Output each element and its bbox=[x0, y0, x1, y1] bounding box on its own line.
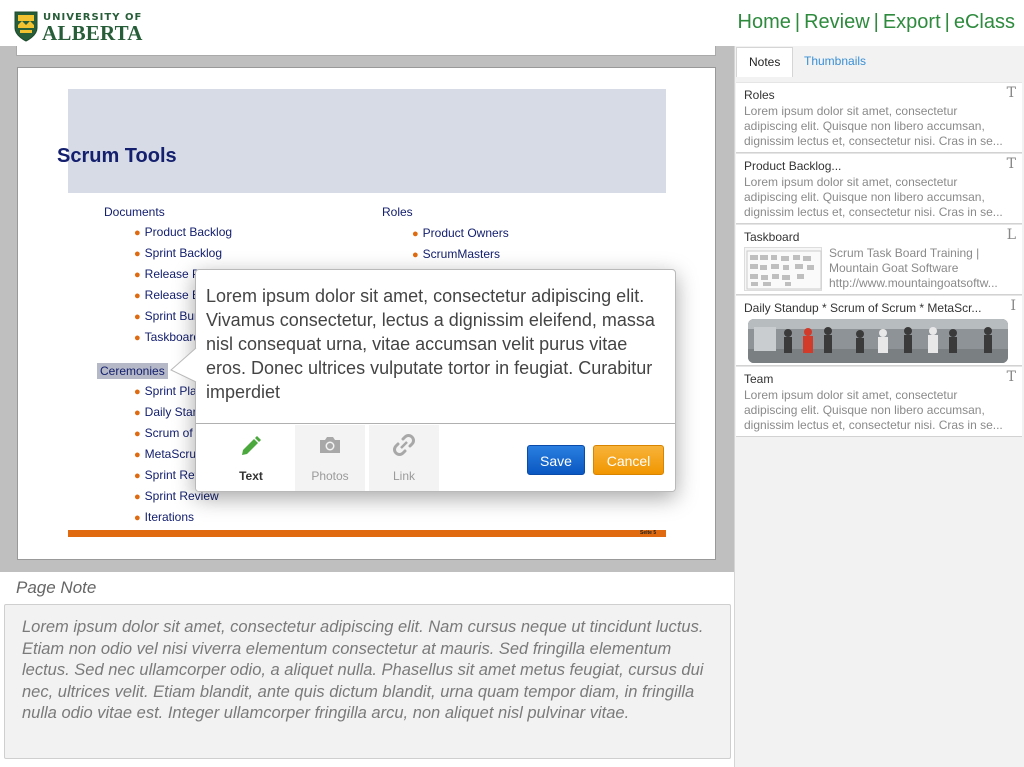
text-note-type-icon: T bbox=[1006, 156, 1016, 172]
slide-roles-heading: Roles bbox=[382, 205, 413, 219]
notes-list: Roles T Lorem ipsum dolor sit amet, cons… bbox=[736, 82, 1022, 437]
previous-slide-edge[interactable] bbox=[16, 46, 716, 56]
notes-sidebar: Notes Thumbnails Roles T Lorem ipsum dol… bbox=[734, 46, 1024, 767]
note-title: Taskboard bbox=[744, 230, 800, 244]
nav-export-link[interactable]: Export bbox=[883, 11, 941, 33]
slide-bullet: ● Sprint Pla bbox=[134, 384, 197, 398]
note-item[interactable]: Daily Standup * Scrum of Scrum * MetaScr… bbox=[736, 295, 1022, 366]
note-body: Lorem ipsum dolor sit amet, consectetur … bbox=[744, 175, 1003, 219]
note-title: Daily Standup * Scrum of Scrum * MetaScr… bbox=[744, 301, 982, 315]
note-item[interactable]: Product Backlog... T Lorem ipsum dolor s… bbox=[736, 153, 1022, 224]
standup-photo-image bbox=[748, 319, 1008, 363]
note-item[interactable]: Team T Lorem ipsum dolor sit amet, conse… bbox=[736, 366, 1022, 437]
link-mode-label: Link bbox=[392, 469, 415, 483]
slide-title: Scrum Tools bbox=[57, 145, 177, 167]
tab-thumbnails[interactable]: Thumbnails bbox=[792, 47, 878, 77]
text-mode-button[interactable]: Text bbox=[216, 425, 286, 491]
photo-thumbnail[interactable] bbox=[748, 319, 1008, 363]
slide-page-number: Seite 5 bbox=[640, 530, 657, 536]
link-mode-button[interactable]: Link bbox=[369, 425, 439, 491]
slide-bullet: ● Product Owners bbox=[412, 226, 509, 240]
text-note-type-icon: T bbox=[1006, 85, 1016, 101]
nav-home-link[interactable]: Home bbox=[738, 11, 791, 33]
tab-notes[interactable]: Notes bbox=[736, 47, 794, 77]
page-note-text[interactable]: Lorem ipsum dolor sit amet, consectetur … bbox=[22, 617, 722, 725]
taskboard-thumbnail-icon bbox=[746, 250, 822, 290]
link-note-type-icon: L bbox=[1006, 227, 1016, 243]
slide-bullet: ● Daily Stan bbox=[134, 405, 200, 419]
shield-crest-icon bbox=[14, 11, 38, 42]
note-item[interactable]: Taskboard L Scrum Task Board Training | … bbox=[736, 224, 1022, 295]
slide-bullet: ● Iterations bbox=[134, 510, 195, 524]
slide-bullet: ● ScrumMasters bbox=[412, 247, 500, 261]
page-note-label: Page Note bbox=[16, 578, 97, 597]
app-header: UNIVERSITY OF ALBERTA Home | Review | Export… bbox=[0, 0, 1024, 46]
note-editor-popup: Lorem ipsum dolor sit amet, consectetur … bbox=[195, 269, 676, 492]
note-title: Team bbox=[744, 372, 774, 386]
link-url[interactable]: http://www.mountaingoatsoftw... bbox=[829, 276, 1015, 291]
slide-bullet: ● Sprint Bur bbox=[134, 309, 199, 323]
note-item[interactable]: Roles T Lorem ipsum dolor sit amet, cons… bbox=[736, 82, 1022, 153]
slide-footer-bar bbox=[68, 530, 666, 537]
nav-separator: | bbox=[794, 11, 801, 33]
link-title: Scrum Task Board Training | Mountain Goa… bbox=[829, 246, 980, 275]
photos-mode-button[interactable]: Photos bbox=[295, 425, 365, 491]
text-note-type-icon: T bbox=[1006, 369, 1016, 385]
slide-bullet: ● Release P bbox=[134, 267, 201, 281]
university-logo[interactable]: UNIVERSITY OF ALBERTA bbox=[14, 10, 154, 45]
slide-ceremonies-highlight[interactable]: Ceremonies bbox=[97, 363, 168, 379]
slide-bullet: ● Scrum of S bbox=[134, 426, 205, 440]
note-body: Lorem ipsum dolor sit amet, consectetur … bbox=[744, 104, 1003, 148]
note-editor-textarea[interactable]: Lorem ipsum dolor sit amet, consectetur … bbox=[206, 284, 668, 404]
slide-bullet: ● Taskboard bbox=[134, 330, 201, 344]
photos-mode-label: Photos bbox=[311, 469, 349, 483]
image-note-type-icon: I bbox=[1010, 298, 1016, 314]
logo-main-text: ALBERTA bbox=[42, 21, 143, 45]
note-body: Lorem ipsum dolor sit amet, consectetur … bbox=[744, 388, 1003, 432]
cancel-button[interactable]: Cancel bbox=[593, 445, 664, 475]
callout-pointer bbox=[170, 347, 197, 383]
top-navigation: Home | Review | Export | eClass bbox=[738, 11, 1016, 34]
camera-icon bbox=[320, 437, 340, 453]
slide-documents-heading: Documents bbox=[104, 205, 165, 219]
note-editor-toolbar: Text Photos Link Save Cancel bbox=[196, 423, 675, 491]
page-note-field[interactable]: Lorem ipsum dolor sit amet, consectetur … bbox=[4, 604, 731, 759]
nav-separator: | bbox=[944, 11, 950, 33]
slide-bullet: ● Sprint Backlog bbox=[134, 246, 223, 260]
nav-eclass-link[interactable]: eClass bbox=[954, 11, 1015, 33]
link-preview-text: Scrum Task Board Training | Mountain Goa… bbox=[829, 246, 1015, 291]
slide-bullet: ● Product Backlog bbox=[134, 225, 233, 239]
note-title: Roles bbox=[744, 88, 775, 102]
sidebar-tabs: Notes Thumbnails bbox=[735, 46, 1024, 77]
chain-link-icon bbox=[393, 434, 415, 456]
save-button[interactable]: Save bbox=[527, 445, 585, 475]
nav-review-link[interactable]: Review bbox=[804, 11, 870, 33]
note-title: Product Backlog... bbox=[744, 159, 842, 173]
nav-separator: | bbox=[873, 11, 879, 33]
slide-header-band bbox=[68, 89, 666, 193]
slide-bullet: ● Release B bbox=[134, 288, 201, 302]
slide-bullet: ● Sprint Ret bbox=[134, 468, 199, 482]
text-mode-label: Text bbox=[239, 469, 263, 483]
link-preview-thumbnail bbox=[744, 247, 822, 291]
pencil-icon bbox=[242, 436, 261, 455]
